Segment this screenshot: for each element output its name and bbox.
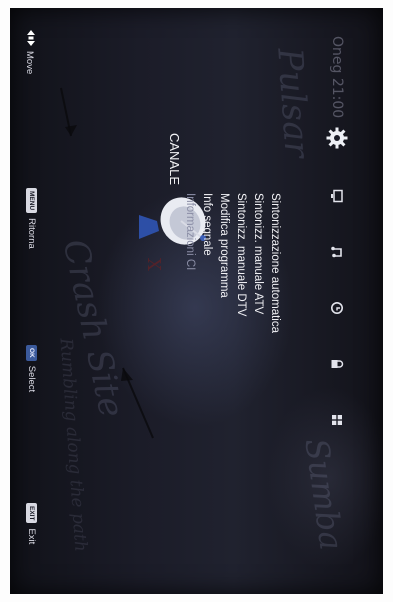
menu-item-sintonizzazione-automatica[interactable]: Sintonizzazione automatica — [266, 193, 283, 433]
hint-select: OK Select — [26, 345, 37, 392]
gear-icon — [325, 126, 349, 150]
clock: Oneg 21:00 — [329, 36, 345, 119]
hint-label: Select — [26, 365, 37, 393]
music-note-icon — [330, 245, 344, 259]
tab-immagine[interactable] — [319, 176, 355, 216]
menu-item-manuale-dtv[interactable]: Sintonizz. manuale DTV — [232, 193, 249, 433]
menu-item-manuale-atv[interactable]: Sintonizz. manuale ATV — [249, 193, 266, 433]
clock-icon — [330, 301, 344, 315]
tv-menu-rotated: Pulsar Sumba Crash Site Rumbling along t… — [10, 8, 383, 594]
arrows-icon — [22, 30, 37, 46]
hint-label: Exit — [26, 528, 37, 545]
menu-key: MENU — [26, 188, 37, 214]
hint-label: Move — [24, 51, 35, 75]
channel-menu: Sintonizzazione automatica Sintonizz. ma… — [181, 193, 283, 433]
ok-key: OK — [26, 345, 37, 361]
hint-ritorna: MENU Ritorna — [26, 188, 37, 249]
tab-canale[interactable] — [319, 118, 355, 158]
menu-item-info-segnale[interactable]: Info segnale — [198, 193, 215, 433]
tab-ora[interactable] — [319, 288, 355, 328]
menu-item-informazioni-ci: Informazioni CI — [184, 193, 196, 271]
grid-icon — [330, 413, 344, 427]
tab-blocco[interactable] — [319, 344, 355, 384]
section-title: CANALE — [167, 133, 182, 186]
menu-item-modifica-programma[interactable]: Modifica programma — [215, 193, 232, 433]
photo-frame: Pulsar Sumba Crash Site Rumbling along t… — [0, 0, 393, 602]
tab-audio[interactable] — [319, 232, 355, 272]
key-hint-bar: Move MENU Ritorna OK Select EXIT Exit — [15, 8, 41, 594]
tv-screen: Pulsar Sumba Crash Site Rumbling along t… — [10, 8, 383, 594]
tab-impostazioni[interactable] — [319, 400, 355, 440]
picture-icon — [330, 189, 344, 203]
menu-tab-bar — [319, 118, 355, 478]
hint-move: Move — [22, 30, 37, 74]
hint-label: Ritorna — [26, 218, 37, 249]
lock-icon — [330, 357, 344, 371]
hint-exit: EXIT Exit — [26, 503, 37, 544]
exit-key: EXIT — [26, 503, 37, 524]
